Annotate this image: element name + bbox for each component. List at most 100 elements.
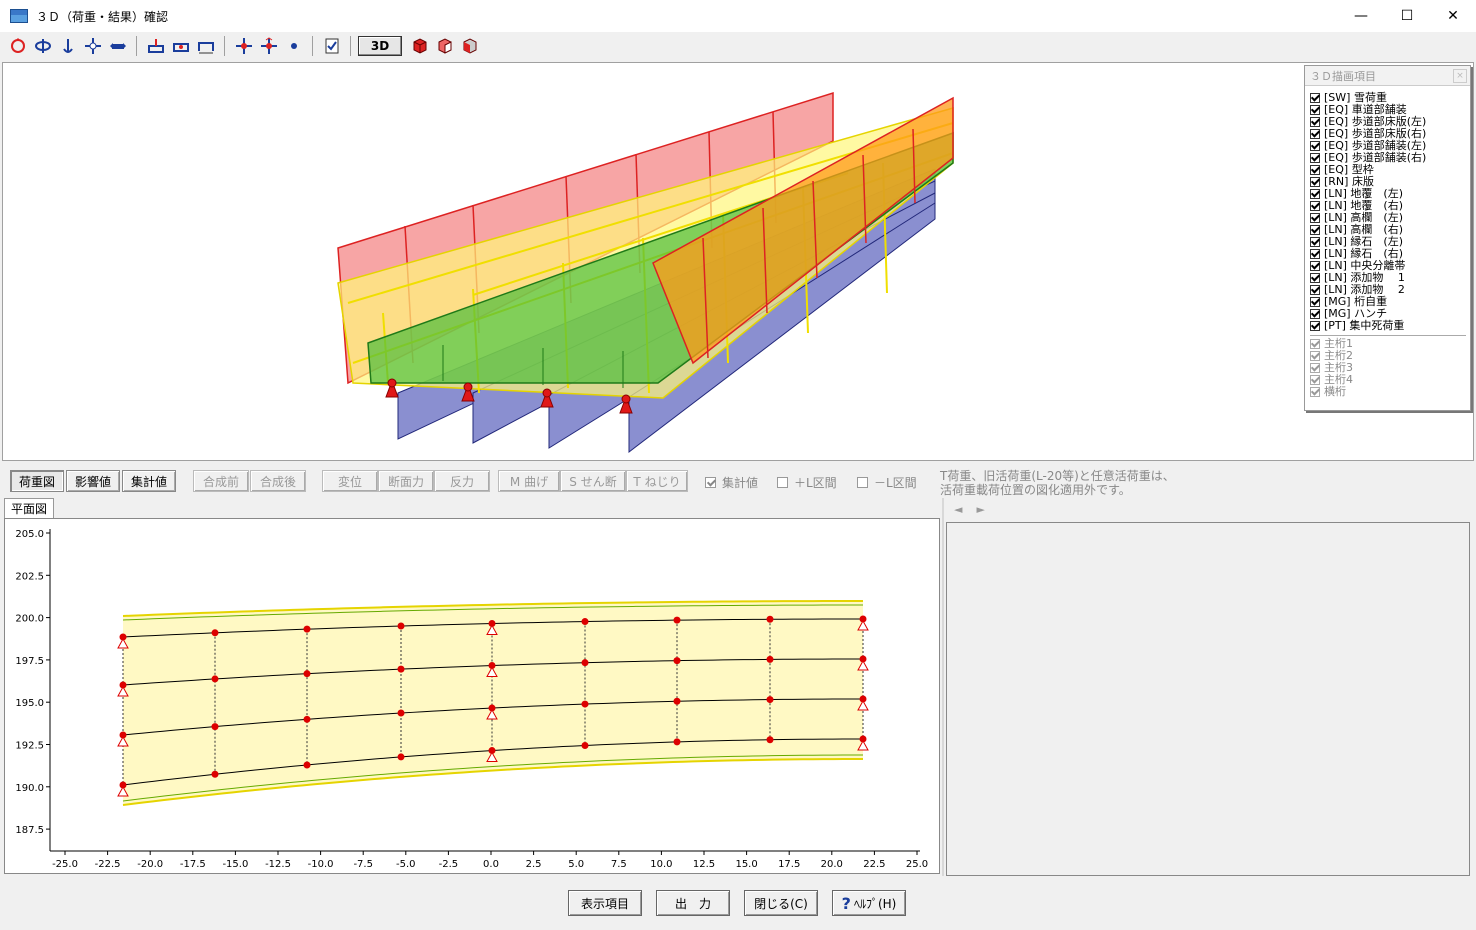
legend-checkbox[interactable] [1310,261,1320,271]
legend-checkbox[interactable] [1310,177,1320,187]
rotate-x-icon[interactable] [31,35,54,57]
tab-plan-view[interactable]: 平面図 [4,498,54,518]
x-tick-label: 0.0 [483,859,499,870]
legend-close-button[interactable]: × [1453,69,1467,83]
fit-view-icon[interactable] [282,35,305,57]
legend-checkbox[interactable] [1310,213,1320,223]
shear-button[interactable]: S せん断 [560,470,626,492]
x-tick-label: 22.5 [863,859,885,870]
output-button[interactable]: 出 力 [656,890,730,916]
moment-button[interactable]: M 曲げ [498,470,560,492]
tab-design[interactable]: 集計値 [122,470,176,492]
y-tick-label: 192.5 [15,741,44,752]
legend-divider [1310,335,1466,336]
legend-checkbox[interactable] [1310,339,1320,349]
torsion-button[interactable]: T ねじり [626,470,688,492]
rotate-y-icon[interactable] [56,35,79,57]
node-point [673,657,681,665]
legend-checkbox[interactable] [1310,153,1320,163]
toggle-3d-button[interactable]: 3D [358,36,402,56]
help-button[interactable]: ? ﾍﾙﾌﾟ(H) [832,890,906,916]
plus-l-checkbox[interactable]: ＋L区間 [777,474,837,491]
x-tick-label: -7.5 [353,859,373,870]
legend-checkbox[interactable] [1310,237,1320,247]
zoom-in-icon[interactable] [232,35,255,57]
x-tick-label: -25.0 [52,859,78,870]
legend-checkbox[interactable] [1310,321,1320,331]
reaction-button[interactable]: 反力 [434,470,490,492]
y-tick-label: 187.5 [15,825,44,836]
splitter[interactable] [942,498,944,876]
node-point [766,736,774,744]
close-window-button[interactable]: ✕ [1430,0,1476,32]
legend-checkbox[interactable] [1310,141,1320,151]
legend-checkbox[interactable] [1310,297,1320,307]
x-tick-label: 20.0 [821,859,843,870]
legend-checkbox[interactable] [1310,93,1320,103]
legend-title: ３Ｄ描画項目 [1305,66,1470,86]
plan-view-panel[interactable]: 205.0 202.5 200.0 197.5 195.0 192.5 190.0 187.5… [4,518,940,874]
before-composite-button[interactable]: 合成前 [193,470,249,492]
node-point [581,700,589,708]
checklist-icon[interactable] [320,35,343,57]
legend-checkbox[interactable] [1310,363,1320,373]
view-side-icon[interactable] [169,35,192,57]
3d-view[interactable]: ３Ｄ描画項目 × [SW] 雪荷重 [EQ] 車道部舗装 [EQ] 歩道部床版(左)… [2,62,1474,461]
rotate-free-icon[interactable] [6,35,29,57]
cube-solid-icon[interactable] [408,35,431,57]
tab-influence[interactable]: 影響値 [66,470,120,492]
legend-checkbox[interactable] [1310,189,1320,199]
legend-checkbox[interactable] [1310,285,1320,295]
after-composite-button[interactable]: 合成後 [250,470,306,492]
displacement-button[interactable]: 変位 [322,470,378,492]
nav-right-icon[interactable]: ► [976,503,984,516]
legend-item[interactable]: [PT] 集中死荷重 [1310,320,1470,332]
tab-load[interactable]: 荷重図 [10,470,64,492]
legend-checkbox[interactable] [1310,201,1320,211]
node-point [766,655,774,663]
minus-l-checkbox[interactable]: －L区間 [857,474,917,491]
node-point [303,761,311,769]
zoom-out-icon[interactable] [257,35,280,57]
legend-checkbox[interactable] [1310,117,1320,127]
3d-legend-panel: ３Ｄ描画項目 × [SW] 雪荷重 [EQ] 車道部舗装 [EQ] 歩道部床版(左)… [1304,65,1471,411]
toolbar-separator [136,36,137,56]
x-tick-label: -2.5 [439,859,459,870]
design-value-checkbox[interactable]: 集計値 [705,474,758,491]
result-toolbar: 荷重図 影響値 集計値 合成前 合成後 変位 断面力 反力 M 曲げ S せん断… [0,468,1476,494]
move-icon[interactable] [81,35,104,57]
legend-checkbox[interactable] [1310,129,1320,139]
y-tick-label: 200.0 [15,614,44,625]
view-front-icon[interactable] [144,35,167,57]
x-tick-label: -17.5 [180,859,206,870]
x-tick-label: 7.5 [611,859,627,870]
node-point [211,770,219,778]
cube-shaded-icon[interactable] [433,35,456,57]
x-tick-label: -10.0 [308,859,334,870]
view-top-icon[interactable] [194,35,217,57]
cube-wire-icon[interactable] [458,35,481,57]
legend-checkbox[interactable] [1310,165,1320,175]
node-point [397,622,405,630]
display-items-button[interactable]: 表示項目 [568,890,642,916]
note-text: T荷重、旧活荷重(L-20等)と任意活荷重は、 活荷重載荷位置の図化適用外です。 [940,469,1175,497]
legend-checkbox[interactable] [1310,225,1320,235]
legend-list: [SW] 雪荷重 [EQ] 車道部舗装 [EQ] 歩道部床版(左) [EQ] 歩道部床… [1305,86,1470,398]
nav-left-icon[interactable]: ◄ [954,503,962,516]
pan-icon[interactable] [106,35,129,57]
legend-checkbox[interactable] [1310,375,1320,385]
legend-checkbox[interactable] [1310,249,1320,259]
maximize-button[interactable]: ☐ [1384,0,1430,32]
node-point [211,629,219,637]
legend-checkbox[interactable] [1310,105,1320,115]
legend-checkbox[interactable] [1310,351,1320,361]
legend-checkbox[interactable] [1310,309,1320,319]
x-tick-label: 17.5 [778,859,800,870]
legend-girder-item[interactable]: 横桁 [1310,386,1470,398]
close-button[interactable]: 閉じる(C) [744,890,818,916]
legend-checkbox[interactable] [1310,273,1320,283]
legend-checkbox[interactable] [1310,387,1320,397]
section-force-button[interactable]: 断面力 [378,470,434,492]
legend-item-label: 横桁 [1324,385,1346,398]
minimize-button[interactable]: — [1338,0,1384,32]
